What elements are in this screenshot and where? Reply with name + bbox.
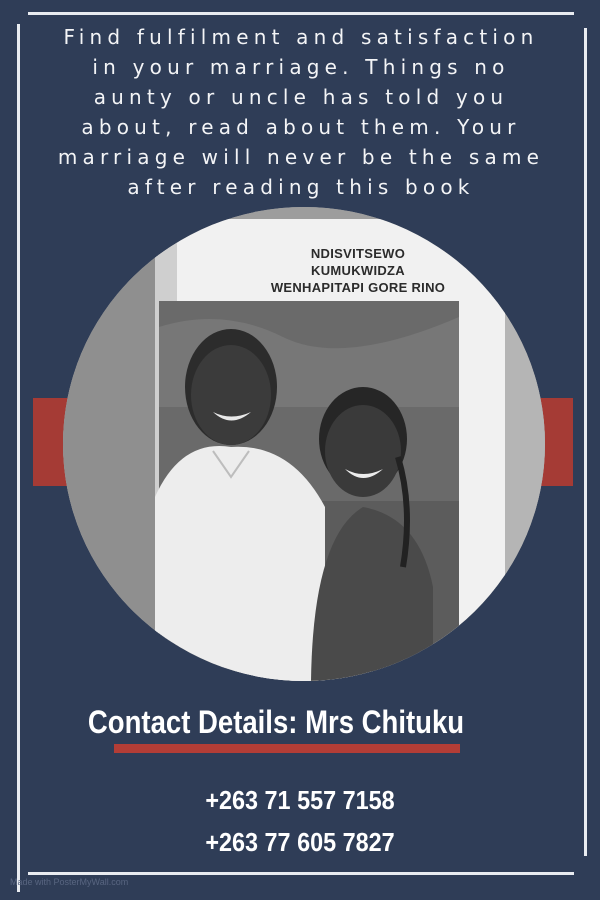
headline-line: about, read about them. Your bbox=[81, 115, 521, 139]
phone-number: +263 77 605 7827 bbox=[205, 827, 395, 857]
contact-heading: Contact Details: Mrs Chituku bbox=[87, 704, 465, 740]
frame-right-line bbox=[584, 28, 587, 856]
headline: Find fulfilment and satisfaction in your… bbox=[40, 22, 562, 202]
book-cover-title-line: NDISVITSEWO bbox=[310, 246, 406, 261]
frame-top-line bbox=[28, 12, 574, 15]
headline-line: Find fulfilment and satisfaction bbox=[63, 25, 539, 49]
phone-number: +263 71 557 7158 bbox=[205, 785, 395, 815]
frame-left-line bbox=[17, 24, 20, 892]
contact-underline bbox=[114, 744, 460, 753]
headline-line: aunty or uncle has told you bbox=[93, 85, 509, 109]
watermark: Made with PosterMyWall.com bbox=[10, 877, 129, 887]
headline-line: marriage will never be the same bbox=[57, 145, 545, 169]
frame-bottom-line bbox=[28, 872, 574, 875]
book-photo: NDISVITSEWO KUMUKWIDZA WENHAPITAPI GORE … bbox=[63, 207, 545, 681]
book-cover-title-line: KUMUKWIDZA bbox=[311, 263, 405, 278]
book-cover-title: NDISVITSEWO KUMUKWIDZA WENHAPITAPI GORE … bbox=[223, 245, 493, 296]
book-cover-title-line: WENHAPITAPI GORE RINO bbox=[270, 280, 446, 295]
headline-line: after reading this book bbox=[127, 175, 475, 199]
headline-line: in your marriage. Things no bbox=[92, 55, 510, 79]
